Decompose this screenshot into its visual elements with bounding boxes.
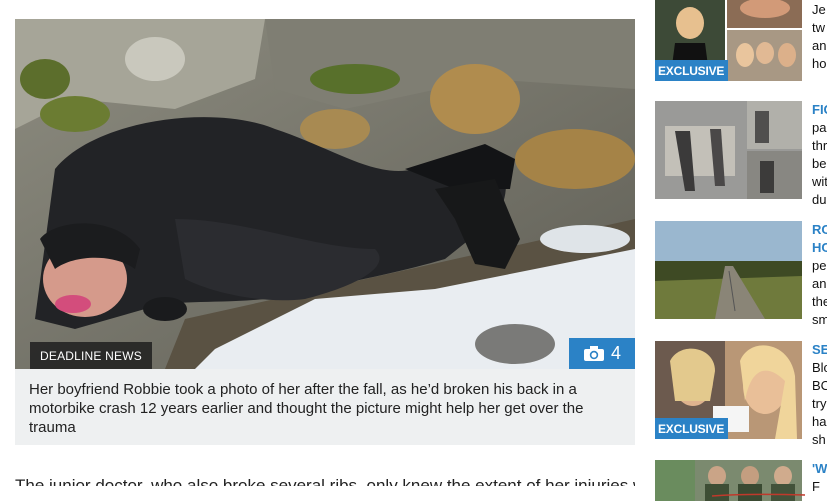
gallery-button[interactable]: 4: [569, 338, 635, 369]
sidebar-line: sm: [812, 312, 827, 327]
sidebar-line: the: [812, 294, 827, 309]
sidebar-line: F: [812, 479, 820, 494]
sidebar-line: pe: [812, 258, 827, 273]
sidebar-line: sh: [812, 432, 826, 447]
sidebar-thumbnail[interactable]: EXCLUSIVE: [655, 341, 802, 439]
sidebar-line: try: [812, 396, 827, 411]
sidebar-line: Je: [812, 2, 826, 17]
gallery-count: 4: [610, 343, 621, 363]
photo-caption: Her boyfriend Robbie took a photo of her…: [15, 369, 635, 445]
sidebar-item[interactable]: FIG pa thr be wit du: [655, 101, 827, 207]
sidebar-line: Blo: [812, 360, 827, 375]
sidebar-text[interactable]: 'W F: [812, 460, 827, 496]
sidebar-text[interactable]: ST Je tw an ho: [812, 0, 827, 73]
sidebar-headline[interactable]: FIG: [812, 101, 827, 119]
sidebar-text[interactable]: RO HO pe an the sm: [812, 221, 827, 329]
thumbnail-image: [655, 101, 802, 199]
sidebar-thumbnail[interactable]: EXCLUSIVE: [655, 0, 802, 81]
sidebar-headline[interactable]: SE: [812, 341, 827, 359]
sidebar-headline[interactable]: RO: [812, 221, 827, 239]
article-photo[interactable]: DEADLINE NEWS 4: [15, 19, 635, 369]
sidebar-line: ha: [812, 414, 827, 429]
sidebar-line: ho: [812, 56, 827, 71]
sidebar-line: BC: [812, 378, 827, 393]
thumbnail-image: [655, 221, 802, 319]
sidebar-line: an: [812, 38, 827, 53]
sidebar-line: HO: [812, 240, 827, 255]
exclusive-badge: EXCLUSIVE: [655, 418, 729, 439]
handwritten-underline: [711, 493, 806, 497]
sidebar-line: be: [812, 156, 827, 171]
photo-credit: DEADLINE NEWS: [30, 342, 152, 369]
sidebar-line: an: [812, 276, 827, 291]
sidebar-thumbnail[interactable]: [655, 101, 802, 199]
sidebar-text[interactable]: SE Blo BC try ha sh: [812, 341, 827, 449]
sidebar-line: tw: [812, 20, 825, 35]
sidebar-line: thr: [812, 138, 827, 153]
sidebar-line: pa: [812, 120, 827, 135]
sidebar-item[interactable]: EXCLUSIVE ST Je tw an ho: [655, 0, 827, 81]
article-body-text: The junior doctor, who also broke severa…: [15, 476, 635, 486]
sidebar-line: wit: [812, 174, 827, 189]
sidebar-line: du: [812, 192, 827, 207]
sidebar-item[interactable]: EXCLUSIVE SE Blo BC try ha sh: [655, 341, 827, 447]
article-main: DEADLINE NEWS 4 Her boyfriend Robbie too…: [15, 19, 635, 445]
camera-icon: [583, 345, 605, 362]
exclusive-badge: EXCLUSIVE: [655, 60, 729, 81]
photo-image: [15, 19, 635, 369]
sidebar-headline[interactable]: 'W: [812, 460, 827, 478]
sidebar-text[interactable]: FIG pa thr be wit du: [812, 101, 827, 209]
sidebar-item[interactable]: RO HO pe an the sm: [655, 221, 827, 327]
sidebar-thumbnail[interactable]: [655, 221, 802, 319]
